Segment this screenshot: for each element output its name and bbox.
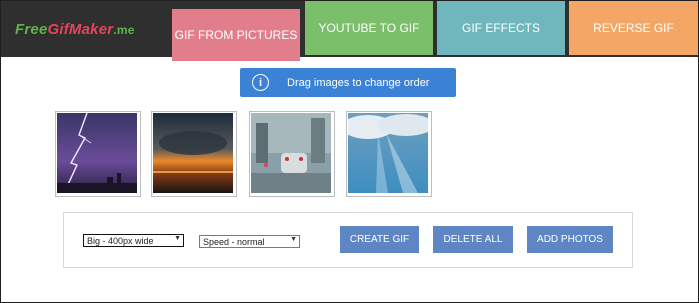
speed-select-value: Speed - normal bbox=[203, 236, 265, 247]
drag-hint-text: Drag images to change order bbox=[287, 76, 430, 89]
gif-controls-panel: Big - 400px wide ▼ Speed - normal ▼ CREA… bbox=[63, 212, 633, 268]
logo-gifmaker: GifMaker bbox=[47, 21, 114, 38]
size-select[interactable]: Big - 400px wide ▼ bbox=[83, 234, 184, 247]
sky-sunbeams-photo bbox=[348, 113, 428, 193]
thumbnail-rainy-window[interactable] bbox=[249, 111, 335, 197]
logo-free: Free bbox=[15, 21, 48, 38]
chevron-down-icon: ▼ bbox=[290, 236, 297, 243]
rainy-window-cars-photo bbox=[251, 113, 331, 193]
logo-domain: .me bbox=[113, 23, 135, 37]
delete-all-button[interactable]: DELETE ALL bbox=[433, 226, 513, 253]
tab-gif-effects[interactable]: GIF EFFECTS bbox=[437, 1, 565, 55]
drag-hint-banner: i Drag images to change order bbox=[240, 68, 456, 97]
lightning-storm-photo bbox=[57, 113, 137, 193]
speed-select[interactable]: Speed - normal ▼ bbox=[199, 235, 300, 248]
thumbnail-sky[interactable] bbox=[346, 111, 432, 197]
sunset-storm-photo bbox=[153, 113, 233, 193]
chevron-down-icon: ▼ bbox=[174, 235, 181, 242]
thumbnail-lightning[interactable] bbox=[55, 111, 141, 197]
size-select-value: Big - 400px wide bbox=[87, 235, 154, 246]
info-icon: i bbox=[252, 74, 269, 91]
add-photos-button[interactable]: ADD PHOTOS bbox=[527, 226, 613, 253]
thumbnail-sunset[interactable] bbox=[151, 111, 237, 197]
tab-reverse-gif[interactable]: REVERSE GIF bbox=[569, 1, 698, 55]
create-gif-button[interactable]: CREATE GIF bbox=[340, 226, 419, 253]
site-logo[interactable]: FreeGifMaker.me bbox=[15, 21, 135, 38]
tab-youtube-to-gif[interactable]: YOUTUBE TO GIF bbox=[305, 1, 433, 55]
tab-gif-from-pictures[interactable]: GIF FROM PICTURES bbox=[172, 9, 300, 61]
